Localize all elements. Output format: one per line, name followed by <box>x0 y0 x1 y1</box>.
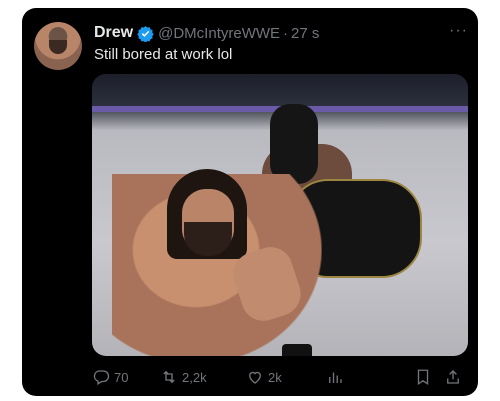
avatar-beard <box>49 40 67 54</box>
reply-button[interactable]: 70 <box>92 368 128 386</box>
views-icon <box>329 372 342 383</box>
author-name[interactable]: Drew <box>94 24 133 42</box>
bookmark-button[interactable] <box>414 368 436 386</box>
share-button[interactable] <box>444 368 466 386</box>
more-icon[interactable]: ··· <box>449 22 468 40</box>
like-count: 2k <box>268 369 282 385</box>
ring-background <box>92 74 468 106</box>
tweet-header: Drew @DMcIntyreWWE · 27 s <box>94 22 319 44</box>
repost-button[interactable]: 2,2k <box>160 368 207 386</box>
wristband <box>282 344 312 356</box>
repost-count: 2,2k <box>182 369 207 385</box>
timestamp[interactable]: 27 s <box>291 25 319 42</box>
like-button[interactable]: 2k <box>246 368 282 386</box>
separator-dot: · <box>283 24 289 42</box>
reply-count: 70 <box>114 369 129 385</box>
wrestler-hair <box>270 104 318 184</box>
reply-icon <box>93 370 110 385</box>
tweet-card[interactable]: Drew @DMcIntyreWWE · 27 s ··· Still bore… <box>22 8 478 396</box>
avatar[interactable] <box>34 22 82 70</box>
share-icon <box>447 370 459 384</box>
tweet-text: Still bored at work lol <box>94 46 233 63</box>
repost-icon <box>163 370 175 384</box>
author-handle[interactable]: @DMcIntyreWWE <box>158 25 280 42</box>
verified-badge-icon <box>137 25 154 42</box>
tweet-actions: 70 2,2k 2k <box>92 366 468 388</box>
bookmark-icon <box>417 369 429 386</box>
views-button[interactable] <box>326 368 348 386</box>
like-icon <box>249 371 261 384</box>
tweet-media-image[interactable] <box>92 74 468 356</box>
